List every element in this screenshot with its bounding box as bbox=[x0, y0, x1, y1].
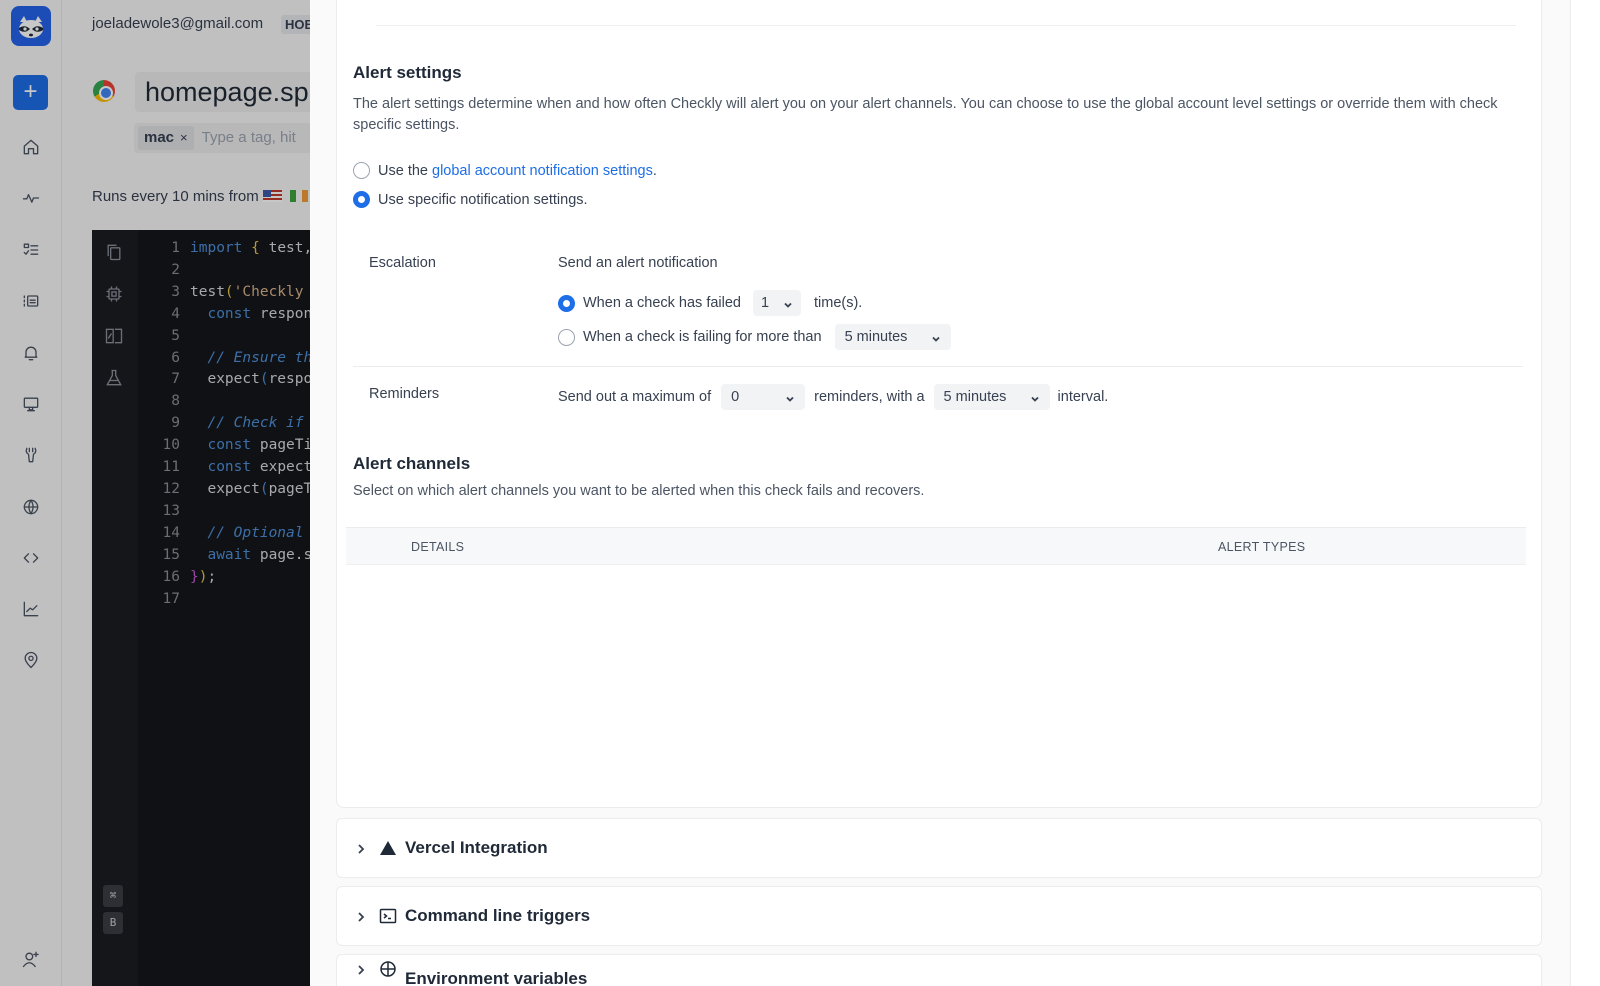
divider bbox=[353, 366, 1523, 367]
escalation-label: Escalation bbox=[369, 255, 436, 271]
reminders-middle: reminders, with a bbox=[814, 389, 925, 405]
failed-count-radio[interactable] bbox=[558, 294, 575, 312]
option-suffix: . bbox=[652, 162, 657, 179]
alert-channels-title: Alert channels bbox=[353, 454, 471, 473]
divider bbox=[376, 25, 1516, 26]
chevron-right-icon bbox=[355, 910, 367, 922]
reminders-count-select[interactable]: 0 bbox=[721, 384, 806, 410]
column-header-details[interactable]: DETAILS bbox=[411, 540, 464, 554]
chevron-down-icon bbox=[785, 392, 795, 402]
modal-backdrop[interactable] bbox=[0, 0, 310, 986]
option-text: When a check has failed bbox=[583, 295, 741, 311]
check-settings-drawer: Alert settings The alert settings determ… bbox=[310, 0, 1600, 986]
specific-settings-radio[interactable] bbox=[353, 191, 370, 208]
reminders-interval-select[interactable]: 5 minutes bbox=[933, 384, 1050, 410]
option-text: Use specific notification settings. bbox=[378, 191, 588, 208]
vercel-triangle-icon bbox=[379, 839, 397, 857]
escalation-failing-option[interactable]: When a check is failing for more than 5 … bbox=[558, 324, 951, 350]
option-text: When a check is failing for more than bbox=[583, 329, 822, 345]
alert-channels-table-header: DETAILS ALERT TYPES bbox=[346, 527, 1526, 565]
reminders-label: Reminders bbox=[369, 386, 440, 402]
alert-channels-description: Select on which alert channels you want … bbox=[353, 483, 925, 499]
reminders-prefix: Send out a maximum of bbox=[558, 389, 712, 405]
select-value: 5 minutes bbox=[943, 389, 1007, 405]
accordion-title: Environment variables bbox=[405, 969, 588, 986]
reminders-row: Send out a maximum of 0 reminders, with … bbox=[558, 384, 1108, 410]
option-suffix: time(s). bbox=[813, 295, 863, 311]
global-settings-radio[interactable] bbox=[353, 162, 370, 179]
select-value: 5 minutes bbox=[844, 329, 908, 345]
chevron-down-icon bbox=[1030, 392, 1040, 402]
use-global-settings-option[interactable]: Use the global account notification sett… bbox=[353, 162, 657, 179]
accordion-title: Command line triggers bbox=[405, 906, 591, 925]
failing-duration-radio[interactable] bbox=[558, 328, 575, 346]
chevron-down-icon bbox=[783, 298, 793, 308]
accordion-title: Vercel Integration bbox=[405, 838, 548, 857]
failing-duration-select[interactable]: 5 minutes bbox=[834, 324, 951, 350]
select-value: 1 bbox=[760, 295, 770, 311]
drawer-scrollbar[interactable] bbox=[1570, 0, 1600, 986]
chevron-right-icon bbox=[355, 963, 367, 975]
chevron-right-icon bbox=[355, 842, 367, 854]
globe-icon bbox=[379, 960, 397, 978]
chevron-down-icon bbox=[931, 332, 941, 342]
use-specific-settings-option[interactable]: Use specific notification settings. bbox=[353, 191, 588, 208]
vercel-integration-section[interactable]: Vercel Integration bbox=[336, 818, 1542, 878]
failed-count-select[interactable]: 1 bbox=[752, 290, 801, 316]
command-line-triggers-section[interactable]: Command line triggers bbox=[336, 886, 1542, 946]
column-header-alert-types[interactable]: ALERT TYPES bbox=[1218, 540, 1305, 554]
environment-variables-section[interactable]: Environment variables bbox=[336, 954, 1542, 986]
escalation-heading: Send an alert notification bbox=[558, 255, 718, 271]
terminal-icon bbox=[379, 907, 397, 925]
global-settings-link[interactable]: global account notification settings bbox=[432, 163, 653, 179]
escalation-failed-option[interactable]: When a check has failed 1 time(s). bbox=[558, 290, 862, 316]
alert-settings-title: Alert settings bbox=[353, 63, 462, 82]
option-text: Use the bbox=[378, 162, 432, 179]
reminders-suffix: interval. bbox=[1057, 389, 1109, 405]
select-value: 0 bbox=[731, 389, 740, 405]
alert-settings-description: The alert settings determine when and ho… bbox=[353, 96, 1498, 133]
